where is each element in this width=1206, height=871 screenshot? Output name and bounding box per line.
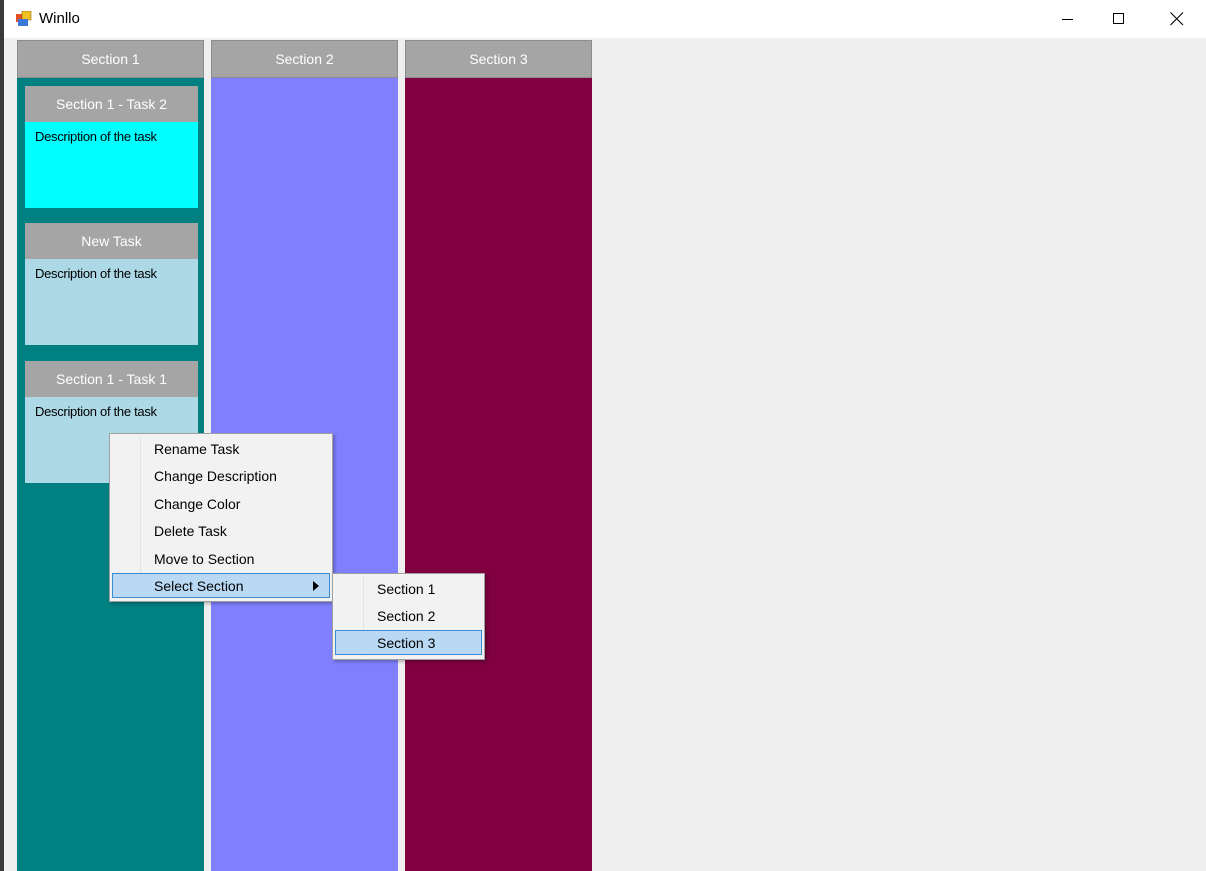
maximize-icon bbox=[1113, 13, 1124, 24]
section-column-3: Section 3 bbox=[405, 40, 592, 871]
app-icon bbox=[16, 11, 32, 26]
menu-item-label: Select Section bbox=[154, 577, 244, 594]
title-bar[interactable]: Winllo bbox=[4, 0, 1206, 38]
menu-item-rename-task[interactable]: Rename Task bbox=[112, 436, 330, 461]
menu-item-move-to-section[interactable]: Move to Section bbox=[112, 546, 330, 571]
task-title[interactable]: Section 1 - Task 2 bbox=[25, 86, 198, 122]
submenu-arrow-icon bbox=[313, 581, 319, 591]
task-description[interactable]: Description of the task bbox=[25, 122, 198, 208]
section-submenu: Section 1 Section 2 Section 3 bbox=[332, 573, 485, 660]
minimize-icon bbox=[1062, 19, 1073, 20]
close-button[interactable] bbox=[1148, 0, 1206, 38]
task-description[interactable]: Description of the task bbox=[25, 259, 198, 345]
window-title: Winllo bbox=[39, 10, 80, 27]
minimize-button[interactable] bbox=[1039, 0, 1097, 38]
section-header-2[interactable]: Section 2 bbox=[211, 40, 398, 78]
task-title[interactable]: New Task bbox=[25, 223, 198, 259]
section-header-3[interactable]: Section 3 bbox=[405, 40, 592, 78]
task-card[interactable]: Section 1 - Task 2 Description of the ta… bbox=[25, 86, 198, 210]
menu-item-change-description[interactable]: Change Description bbox=[112, 463, 330, 488]
submenu-item-section-1[interactable]: Section 1 bbox=[335, 576, 482, 601]
menu-item-delete-task[interactable]: Delete Task bbox=[112, 518, 330, 543]
submenu-item-section-2[interactable]: Section 2 bbox=[335, 603, 482, 628]
section-header-1[interactable]: Section 1 bbox=[17, 40, 204, 78]
close-icon bbox=[1170, 12, 1184, 26]
menu-item-change-color[interactable]: Change Color bbox=[112, 491, 330, 516]
task-card[interactable]: New Task Description of the task bbox=[25, 223, 198, 347]
menu-item-select-section[interactable]: Select Section bbox=[112, 573, 330, 598]
submenu-item-section-3[interactable]: Section 3 bbox=[335, 630, 482, 655]
task-context-menu: Rename Task Change Description Change Co… bbox=[109, 433, 333, 602]
section-body-3[interactable] bbox=[405, 78, 592, 871]
maximize-button[interactable] bbox=[1090, 0, 1148, 38]
task-title[interactable]: Section 1 - Task 1 bbox=[25, 361, 198, 397]
